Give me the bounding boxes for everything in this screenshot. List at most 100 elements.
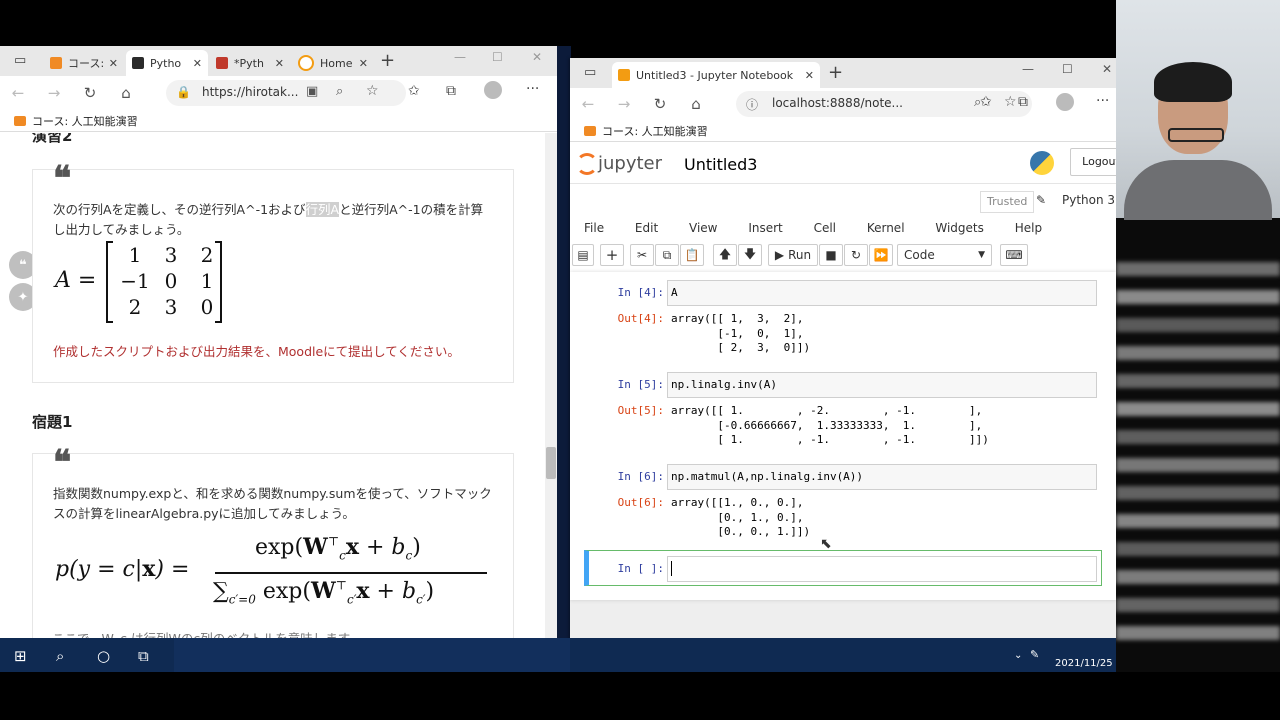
exercise-text: 次の行列Aを定義し、その逆行列A^-1および行列Aと逆行列A^-1の積を計算し出… (53, 202, 484, 237)
refresh-icon[interactable]: ↻ (72, 84, 108, 102)
tab-python[interactable]: Pytho ✕ (126, 50, 208, 76)
tab-actions-icon[interactable]: ▭ (14, 53, 26, 68)
logout-button[interactable]: Logout (1070, 148, 1116, 176)
menu-kernel[interactable]: Kernel (867, 221, 905, 235)
stop-icon[interactable]: ■ (819, 244, 843, 266)
menu-edit[interactable]: Edit (635, 221, 658, 235)
blurred-panel-strip (1116, 318, 1280, 332)
favorite-link[interactable]: コース: 人工知能演習 (602, 123, 708, 139)
blurred-panel-strip (1116, 346, 1280, 360)
tab-jupyter[interactable]: Untitled3 - Jupyter Notebook ✕ (612, 62, 820, 88)
output-prompt: Out[5]: (617, 404, 664, 417)
favorite-star-icon[interactable]: ☆ (366, 83, 379, 99)
blurred-panel-strip (1116, 290, 1280, 304)
menu-widgets[interactable]: Widgets (935, 221, 984, 235)
jupyter-logo-text[interactable]: jupyter (598, 153, 662, 174)
minimize-icon[interactable]: — (454, 50, 466, 64)
close-icon[interactable]: ✕ (275, 57, 284, 70)
output-prompt: Out[4]: (617, 312, 664, 325)
pencil-icon[interactable]: ✎ (1036, 193, 1046, 207)
menu-help[interactable]: Help (1015, 221, 1042, 235)
cut-icon[interactable]: ✂ (630, 244, 654, 266)
matrix-body: 1 3 2 −1 0 1 2 3 0 (117, 242, 225, 320)
refresh-icon[interactable]: ↻ (642, 95, 678, 113)
collections-icon[interactable]: ⧉ (1018, 94, 1028, 110)
restart-icon[interactable]: ↻ (844, 244, 868, 266)
url-text: https://hirotak... (202, 85, 299, 99)
pen-icon[interactable]: ✎ (1030, 648, 1039, 661)
close-window-icon[interactable]: ✕ (532, 50, 542, 64)
favorite-star-icon[interactable]: ☆ (1004, 94, 1017, 110)
home-icon[interactable]: ⌂ (108, 84, 144, 102)
new-tab-icon[interactable]: + (380, 50, 395, 71)
clock-date[interactable]: 2021/11/25 (1055, 658, 1113, 669)
collections-icon[interactable]: ⧉ (446, 83, 456, 99)
tab-home[interactable]: Home ✕ (292, 50, 374, 76)
scrollbar-thumb[interactable] (546, 447, 556, 479)
close-window-icon[interactable]: ✕ (1102, 62, 1112, 76)
close-icon[interactable]: ✕ (805, 69, 814, 82)
cortana-icon[interactable]: ○ (97, 647, 110, 665)
menu-cell[interactable]: Cell (814, 221, 836, 235)
cell-output: array([[1., 0., 0.], [0., 1., 0.], [0., … (671, 496, 811, 538)
windows-start-icon[interactable]: ⊞ (14, 647, 27, 665)
tab-editor[interactable]: *Pyth ✕ (210, 50, 290, 76)
profile-avatar[interactable] (1056, 93, 1074, 111)
matrix-cell: 2 (200, 243, 214, 267)
more-menu-icon[interactable]: ··· (1096, 93, 1109, 109)
favorites-icon[interactable]: ✩ (980, 94, 992, 110)
new-tab-icon[interactable]: + (828, 62, 843, 83)
active-code-input[interactable] (667, 556, 1097, 582)
header-divider (570, 183, 1116, 184)
tray-chevron-icon[interactable]: ⌄ (1014, 650, 1022, 661)
zoom-icon[interactable]: ⌕ (336, 84, 343, 99)
add-cell-icon[interactable]: + (600, 244, 624, 266)
run-button[interactable]: ▶ Run (768, 244, 818, 266)
favorite-link[interactable]: コース: 人工知能演習 (32, 113, 138, 129)
forward-icon[interactable]: → (606, 95, 642, 113)
notebook-title[interactable]: Untitled3 (684, 155, 757, 174)
paste-icon[interactable]: 📋 (680, 244, 704, 266)
more-menu-icon[interactable]: ··· (526, 81, 539, 97)
tab-actions-icon[interactable]: ▭ (584, 65, 596, 80)
cell-type-select[interactable]: Code ▼ (897, 244, 992, 266)
fast-forward-icon[interactable]: ⏩ (869, 244, 893, 266)
homework-card: ❝ 指数関数numpy.expと、和を求める関数numpy.sumを使って、ソフ… (32, 446, 514, 638)
right-tab-bar: ▭ Untitled3 - Jupyter Notebook ✕ + — ☐ ✕ (570, 58, 1116, 88)
close-icon[interactable]: ✕ (193, 57, 202, 70)
menu-view[interactable]: View (689, 221, 717, 235)
favorites-icon[interactable]: ✩ (408, 83, 420, 99)
save-icon[interactable]: ▤ (572, 244, 594, 266)
menu-insert[interactable]: Insert (748, 221, 782, 235)
forward-icon[interactable]: → (36, 84, 72, 102)
maximize-icon[interactable]: ☐ (1062, 62, 1073, 76)
tab-course[interactable]: コース: ✕ (44, 50, 124, 76)
task-view-icon[interactable]: ⧉ (138, 647, 149, 665)
trusted-indicator[interactable]: Trusted (980, 191, 1035, 213)
reader-icon[interactable]: ▣ (306, 84, 318, 99)
copy-icon[interactable]: ⧉ (655, 244, 679, 266)
page-scrollbar[interactable] (545, 133, 557, 638)
move-up-icon[interactable]: 🡅 (713, 244, 737, 266)
address-bar[interactable]: 🔒 https://hirotak... ▣ ⌕ ☆ (166, 80, 406, 106)
menu-file[interactable]: File (584, 221, 604, 235)
homework-title: 宿題1 (32, 413, 73, 431)
profile-avatar[interactable] (484, 81, 502, 99)
close-icon[interactable]: ✕ (359, 57, 368, 70)
move-down-icon[interactable]: 🡇 (738, 244, 762, 266)
blurred-panel-strip (1116, 626, 1280, 640)
code-cell-input[interactable] (667, 280, 1097, 306)
keyboard-icon[interactable]: ⌨ (1000, 244, 1028, 266)
matrix-cell: 0 (164, 269, 178, 293)
matrix-row: −1 0 1 (117, 268, 225, 294)
homework-text: 指数関数numpy.expと、和を求める関数numpy.sumを使って、ソフトマ… (53, 486, 492, 521)
close-icon[interactable]: ✕ (109, 57, 118, 70)
back-icon[interactable]: ← (0, 84, 36, 102)
minimize-icon[interactable]: — (1022, 62, 1034, 76)
back-icon[interactable]: ← (570, 95, 606, 113)
maximize-icon[interactable]: ☐ (492, 50, 503, 64)
search-icon[interactable]: ⌕ (56, 647, 64, 665)
home-icon[interactable]: ⌂ (678, 95, 714, 113)
blurred-panel-strip (1116, 458, 1280, 472)
jupyter-favicon (618, 69, 630, 81)
